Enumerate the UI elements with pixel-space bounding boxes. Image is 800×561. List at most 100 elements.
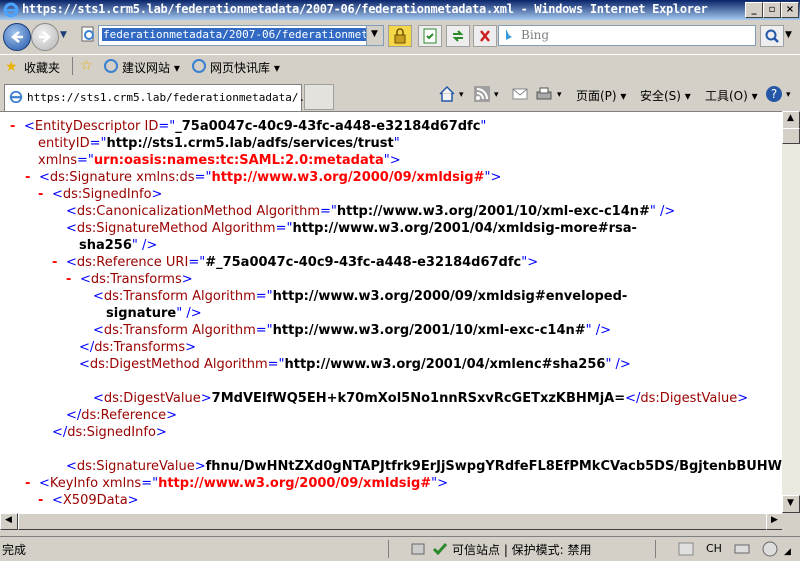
scroll-down-button[interactable]: ▼: [782, 495, 800, 513]
xml-token: http://www.w3.org/2001/10/xml-exc-c14n#: [336, 204, 650, 219]
scroll-corner: [782, 513, 800, 530]
xml-token: 7MdVEIfWQ5EH+k70mXol5No1nnRSxvRcGETxzKBH…: [211, 391, 626, 406]
horizontal-scrollbar[interactable]: ◀ ▶: [0, 513, 784, 530]
xml-token: http://www.w3.org/2000/09/xmldsig#envelo…: [272, 289, 628, 304]
address-dropdown[interactable]: ▼: [366, 26, 383, 45]
forward-button[interactable]: [31, 23, 59, 51]
collapse-toggle[interactable]: -: [38, 186, 43, 203]
xml-line: <ds:Signature xmlns:ds="http://www.w3.or…: [39, 169, 501, 186]
compatibility-view-icon[interactable]: [418, 25, 442, 47]
privacy-icon[interactable]: [410, 541, 426, 557]
xml-token: fhnu/DwHNtZXd0gNTAPJtfrk9ErJjSwpgYRdfeFL…: [205, 459, 782, 474]
stop-icon[interactable]: [473, 25, 497, 47]
xml-token: http://sts1.crm5.lab/adfs/services/trust: [106, 136, 394, 151]
xml-token: Algorithm: [192, 323, 256, 338]
xml-token: KeyInfo: [49, 476, 103, 491]
xml-token: </: [79, 340, 95, 355]
xml-token: <: [39, 170, 50, 185]
xml-token: ">: [484, 170, 502, 185]
security-zone-text[interactable]: 可信站点 | 保护模式: 禁用: [452, 541, 592, 558]
collapse-toggle[interactable]: -: [66, 271, 71, 288]
xml-token: Algorithm: [203, 357, 268, 372]
xml-line: <KeyInfo xmlns="http://www.w3.org/2000/0…: [39, 475, 448, 492]
favorites-star-icon: ★: [5, 59, 18, 75]
collapse-toggle[interactable]: -: [25, 475, 30, 492]
xml-line: xmlns="urn:oasis:names:tc:SAML:2.0:metad…: [38, 152, 401, 169]
xml-token: >: [181, 272, 193, 287]
help-icon[interactable]: ?: [765, 85, 783, 103]
xml-token: <: [93, 391, 104, 406]
scroll-up-button[interactable]: ▲: [782, 111, 800, 129]
help-dropdown[interactable]: ▾: [786, 90, 791, 100]
xml-token: ds:SignedInfo: [62, 187, 152, 202]
ime-help-icon[interactable]: [762, 541, 778, 557]
add-favorite-icon[interactable]: ☆: [80, 58, 93, 74]
rss-feed-icon[interactable]: [474, 86, 490, 102]
favorites-bar: ★ 收藏夹 ☆ 建议网站 ▾ 网页快讯库 ▾: [0, 54, 800, 79]
page-menu[interactable]: 页面(P) ▾: [576, 87, 626, 104]
xml-line: <ds:Transform Algorithm="http://www.w3.o…: [93, 288, 627, 305]
xml-line: <ds:CanonicalizationMethod Algorithm="ht…: [66, 203, 675, 220]
xml-token: </: [52, 425, 68, 440]
xml-token: ds:DigestValue: [103, 391, 201, 406]
safety-menu[interactable]: 安全(S) ▾: [640, 87, 691, 104]
xml-token: ds:Transforms: [94, 340, 186, 355]
close-button[interactable]: ×: [781, 2, 799, 18]
collapse-toggle[interactable]: -: [10, 118, 15, 135]
print-dropdown[interactable]: ▾: [557, 90, 562, 100]
xml-token: <: [66, 459, 77, 474]
home-dropdown[interactable]: ▾: [459, 90, 464, 100]
tab-active[interactable]: https://sts1.crm5.lab/federationmetadata…: [4, 84, 318, 111]
xml-token: =": [267, 357, 285, 372]
resize-grip-icon[interactable]: ◢: [784, 547, 791, 557]
web-slice-link[interactable]: 网页快讯库 ▾: [210, 59, 280, 76]
xml-line: <ds:DigestValue>7MdVEIfWQ5EH+k70mXol5No1…: [93, 390, 748, 407]
security-lock-icon[interactable]: [388, 25, 412, 47]
collapse-toggle[interactable]: -: [25, 169, 30, 186]
recent-pages-dropdown[interactable]: ▼: [60, 30, 67, 40]
xml-token: ds:Transforms: [90, 272, 182, 287]
vertical-scroll-thumb[interactable]: [782, 128, 800, 144]
tools-menu[interactable]: 工具(O) ▾: [705, 87, 758, 104]
maximize-button[interactable]: ▫: [763, 2, 781, 18]
xml-token: ": [393, 136, 400, 151]
feed-dropdown[interactable]: ▾: [494, 90, 499, 100]
address-input[interactable]: federationmetadata/2007-06/federationmet…: [98, 25, 384, 46]
xml-line: sha256" />: [79, 237, 157, 254]
horizontal-scroll-thumb[interactable]: [18, 513, 768, 530]
xml-token: =": [194, 170, 212, 185]
suggested-sites-link[interactable]: 建议网站 ▾: [122, 59, 180, 76]
home-icon[interactable]: [438, 85, 456, 103]
xml-token: >: [151, 187, 163, 202]
xml-token: <: [93, 289, 104, 304]
xml-token: " />: [176, 306, 202, 321]
collapse-toggle[interactable]: -: [52, 254, 57, 271]
search-options-dropdown[interactable]: ▼: [785, 30, 792, 40]
minimize-button[interactable]: _: [745, 2, 763, 18]
vertical-scrollbar[interactable]: ▲ ▼: [782, 111, 800, 513]
ime-indicator[interactable]: CH: [706, 542, 722, 555]
xml-token: ">: [521, 255, 539, 270]
keyboard-icon[interactable]: [734, 542, 750, 556]
collapse-toggle[interactable]: -: [38, 492, 43, 509]
mail-icon[interactable]: [512, 87, 528, 101]
back-button[interactable]: [3, 23, 31, 51]
xml-token: http://www.w3.org/2001/04/xmlenc#sha256: [284, 357, 606, 372]
title-bar[interactable]: https://sts1.crm5.lab/federationmetadata…: [0, 0, 800, 20]
zoom-icon[interactable]: [678, 542, 694, 556]
xml-token: sha256: [79, 238, 132, 253]
xml-token: ds:Transform: [103, 289, 193, 304]
xml-token: <: [24, 119, 35, 134]
search-input[interactable]: Bing: [498, 25, 756, 46]
favorites-button[interactable]: 收藏夹: [24, 59, 60, 76]
new-tab-button[interactable]: [304, 84, 334, 110]
scroll-left-button[interactable]: ◀: [0, 513, 18, 530]
search-button[interactable]: [760, 25, 784, 47]
xml-viewer[interactable]: - <EntityDescriptor ID="_75a0047c-40c9-43…: [0, 111, 782, 514]
refresh-icon[interactable]: [446, 25, 470, 47]
divider: [388, 540, 389, 558]
print-icon[interactable]: [535, 86, 553, 102]
xml-line: <ds:Transform Algorithm="http://www.w3.o…: [93, 322, 611, 339]
xml-line: </ds:Reference>: [66, 407, 177, 424]
trusted-site-check-icon: [432, 543, 448, 556]
